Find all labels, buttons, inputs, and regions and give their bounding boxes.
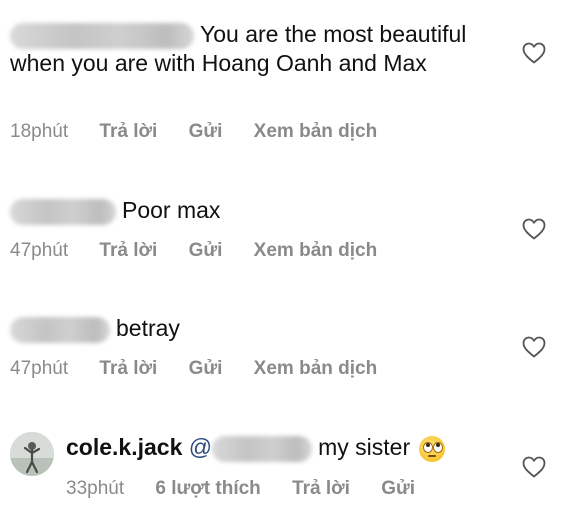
- avatar[interactable]: [10, 432, 54, 476]
- heart-icon[interactable]: [522, 336, 546, 358]
- heart-icon[interactable]: [522, 218, 546, 240]
- heart-icon[interactable]: [522, 42, 546, 64]
- comment-actions: 47phút Trả lời Gửi Xem bản dịch: [10, 240, 403, 262]
- reply-button[interactable]: Trả lời: [99, 240, 157, 261]
- send-button[interactable]: Gửi: [189, 358, 223, 379]
- comment-text: Poor max: [122, 197, 221, 223]
- comment-time: 33phút: [66, 478, 125, 499]
- mention-prefix[interactable]: @: [189, 434, 212, 460]
- comment-body: Poor max: [10, 196, 510, 225]
- heart-icon[interactable]: [522, 456, 546, 478]
- translate-button[interactable]: Xem bản dịch: [254, 240, 378, 261]
- rolling-eyes-emoji: [418, 435, 445, 462]
- comment-body: betray: [10, 314, 510, 343]
- translate-button[interactable]: Xem bản dịch: [254, 121, 378, 142]
- redacted-username: [10, 198, 116, 225]
- reply-button[interactable]: Trả lời: [292, 478, 350, 499]
- comment-text: my sister: [318, 434, 411, 460]
- redacted-username: [10, 22, 194, 49]
- comment-2: Poor max 47phút Trả lời Gửi Xem bản dịch: [0, 180, 580, 280]
- translate-button[interactable]: Xem bản dịch: [254, 358, 378, 379]
- comment-actions: 18phút Trả lời Gửi Xem bản dịch: [10, 121, 403, 143]
- comment-1: You are the most beautiful when you are …: [0, 0, 580, 160]
- likes-count[interactable]: 6 lượt thích: [155, 478, 260, 499]
- comment-4: cole.k.jack @ my sister 33phút 6 lượt thí…: [0, 418, 580, 509]
- redacted-mention[interactable]: [212, 435, 313, 462]
- comment-text: betray: [116, 315, 180, 341]
- comment-actions: 47phút Trả lời Gửi Xem bản dịch: [10, 358, 403, 380]
- comment-username[interactable]: cole.k.jack: [66, 434, 182, 460]
- comment-actions: 33phút 6 lượt thích Trả lời Gửi: [66, 478, 441, 500]
- comment-time: 18phút: [10, 121, 69, 142]
- send-button[interactable]: Gửi: [189, 240, 223, 261]
- send-button[interactable]: Gửi: [189, 121, 223, 142]
- reply-button[interactable]: Trả lời: [99, 358, 157, 379]
- send-button[interactable]: Gửi: [381, 478, 415, 499]
- comment-body: cole.k.jack @ my sister: [66, 433, 510, 462]
- reply-button[interactable]: Trả lời: [99, 121, 157, 142]
- comment-time: 47phút: [10, 240, 69, 261]
- comment-body: You are the most beautiful when you are …: [10, 20, 510, 77]
- comment-time: 47phút: [10, 358, 69, 379]
- comment-3: betray 47phút Trả lời Gửi Xem bản dịch: [0, 298, 580, 398]
- redacted-username: [10, 316, 110, 343]
